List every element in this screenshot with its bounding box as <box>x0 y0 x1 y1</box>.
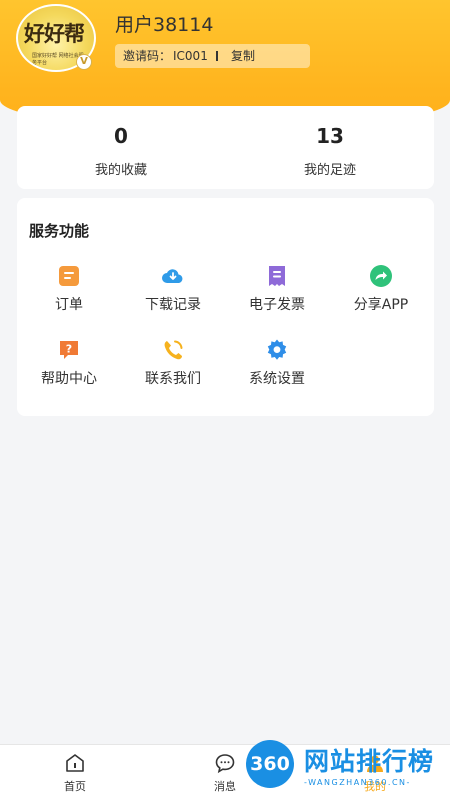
invite-code-box: 邀请码： IC001 复制 <box>115 44 310 68</box>
invite-separator <box>216 51 218 61</box>
tab-home[interactable]: 首页 <box>0 745 150 801</box>
message-icon <box>215 754 235 774</box>
home-icon <box>66 754 84 772</box>
service-downloads[interactable]: 下载记录 <box>121 264 225 324</box>
service-orders[interactable]: 订单 <box>17 264 121 324</box>
favorites-label: 我的收藏 <box>94 163 147 178</box>
service-share[interactable]: 分享APP <box>329 264 433 324</box>
invoice-icon <box>269 266 285 286</box>
history-label: 我的足迹 <box>303 163 356 178</box>
phone-icon <box>164 340 183 360</box>
service-contact-label: 联系我们 <box>145 371 201 387</box>
share-icon <box>370 265 392 287</box>
service-help[interactable]: ? 帮助中心 <box>17 338 121 398</box>
stat-favorites[interactable]: 0 我的收藏 <box>17 106 225 189</box>
avatar-logo-text: 好好帮 <box>24 21 85 46</box>
stat-history[interactable]: 13 我的足迹 <box>226 106 434 189</box>
watermark-360-badge: 360 <box>246 740 294 788</box>
order-icon <box>59 266 79 286</box>
copy-invite-code-button[interactable]: 复制 <box>231 44 255 68</box>
invite-code-value: IC001 <box>173 49 208 63</box>
username: 用户38114 <box>115 14 214 36</box>
history-count: 13 <box>316 124 344 148</box>
vip-badge-icon: V <box>76 54 92 70</box>
service-invoice[interactable]: 电子发票 <box>225 264 329 324</box>
watermark-text: 网站排行榜 <box>304 747 435 776</box>
svg-text:?: ? <box>66 343 72 356</box>
cloud-download-icon <box>162 269 183 283</box>
services-title: 服务功能 <box>29 222 90 240</box>
service-orders-label: 订单 <box>55 297 83 313</box>
service-settings-label: 系统设置 <box>249 371 305 387</box>
watermark-subtext: -WANGZHAN360.CN- <box>304 778 411 787</box>
service-downloads-label: 下载记录 <box>145 297 201 313</box>
help-icon: ? <box>60 341 78 359</box>
service-contact[interactable]: 联系我们 <box>121 338 225 398</box>
tab-home-label: 首页 <box>64 780 86 793</box>
favorites-count: 0 <box>114 124 128 148</box>
service-settings[interactable]: 系统设置 <box>225 338 329 398</box>
service-help-label: 帮助中心 <box>41 371 97 387</box>
service-invoice-label: 电子发票 <box>249 297 305 313</box>
stats-card: 0 我的收藏 13 我的足迹 <box>17 106 434 189</box>
invite-code-label: 邀请码： <box>123 49 172 63</box>
settings-icon <box>267 339 287 360</box>
service-share-label: 分享APP <box>353 297 409 313</box>
services-card: 服务功能 订单 下载记录 电子发票 分享APP ? 帮助中心 联系我们 系统设置 <box>17 198 434 416</box>
